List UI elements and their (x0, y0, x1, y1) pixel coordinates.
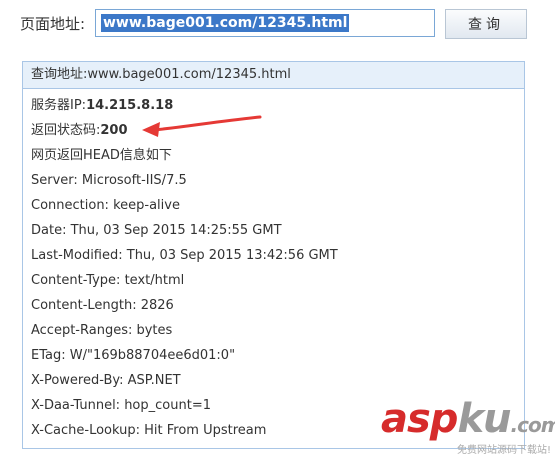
header-line: X-Cache-Lookup: Hit From Upstream (31, 423, 267, 438)
watermark-tagline: 免费网站源码下载站! (456, 445, 551, 456)
header-line: Accept-Ranges: bytes (31, 323, 173, 338)
status-code-label: 返回状态码: (31, 123, 101, 138)
header-line: Date: Thu, 03 Sep 2015 14:25:55 GMT (31, 223, 282, 238)
query-button[interactable]: 查询 (445, 9, 527, 39)
aspku-watermark: aspku.com 免费网站源码下载站! (381, 396, 555, 456)
server-ip-value: 14.215.8.18 (86, 98, 174, 113)
watermark-logo: aspku.com (381, 396, 555, 442)
head-info-title: 网页返回HEAD信息如下 (31, 148, 172, 163)
result-panel: 查询地址:www.bage001.com/12345.html 服务器IP:14… (22, 61, 525, 449)
header-line: ETag: W/"169b88704ee6d01:0" (31, 348, 236, 363)
server-ip-label: 服务器IP: (31, 98, 87, 113)
header-line: Server: Microsoft-IIS/7.5 (31, 173, 187, 188)
url-label: 页面地址: (20, 15, 86, 33)
header-line: X-Powered-By: ASP.NET (31, 373, 181, 388)
result-header: 查询地址:www.bage001.com/12345.html (23, 62, 524, 89)
status-code-row: 返回状态码:200 (31, 122, 128, 140)
status-code-value: 200 (100, 123, 128, 138)
header-line: Connection: keep-alive (31, 198, 180, 213)
header-line: Last-Modified: Thu, 03 Sep 2015 13:42:56… (31, 248, 338, 263)
red-arrow-annotation (142, 115, 262, 137)
header-line: X-Daa-Tunnel: hop_count=1 (31, 398, 211, 413)
header-line: Content-Length: 2826 (31, 298, 174, 313)
url-input-value[interactable]: www.bage001.com/12345.html (101, 14, 350, 32)
url-input[interactable]: www.bage001.com/12345.html (95, 9, 435, 37)
header-line: Content-Type: text/html (31, 273, 185, 288)
